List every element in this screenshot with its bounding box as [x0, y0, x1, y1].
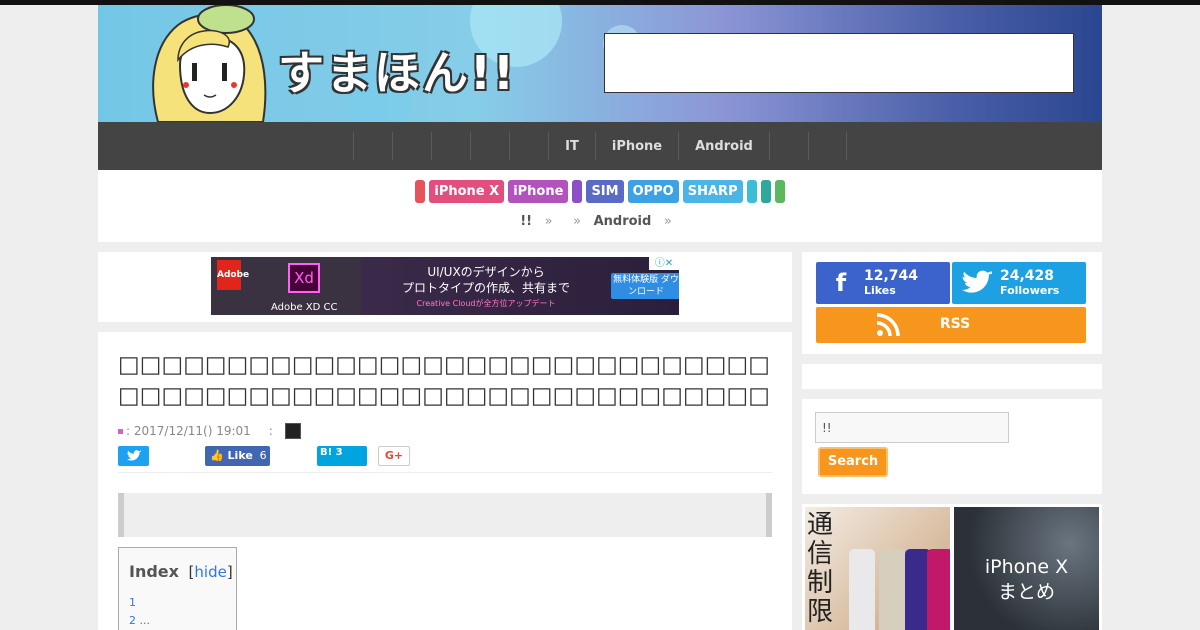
site-header: すまほん!!: [98, 5, 1102, 122]
tag-link-sharp[interactable]: SHARP: [682, 180, 743, 203]
nav-item[interactable]: [431, 132, 470, 160]
article: □□□□□□□□□□□□□□□□□□□□□□□□□□□□□□□□□□□□□□□□…: [98, 332, 792, 630]
toc-bracket: ]: [226, 563, 233, 581]
twitter-followers-count: 24,428: [1000, 268, 1055, 284]
tag-link[interactable]: [774, 180, 785, 203]
toc-item[interactable]: 1: [129, 596, 236, 609]
search-widget: Search: [802, 399, 1102, 494]
ad-banner[interactable]: Adobe Xd Adobe XD CC UI/UXのデザインから プロトタイプ…: [211, 257, 679, 315]
facebook-like-button[interactable]: 👍 Like 6: [205, 446, 270, 466]
hatena-icon: B!: [320, 447, 333, 458]
tag-link[interactable]: [746, 180, 757, 203]
fb-like-label: Like: [227, 449, 253, 462]
hatena-bookmark-button[interactable]: B! 3: [317, 446, 367, 466]
tag-link[interactable]: [572, 180, 583, 203]
tag-link[interactable]: [760, 180, 771, 203]
tag-link[interactable]: [415, 180, 426, 203]
search-button[interactable]: Search: [818, 447, 888, 477]
phone-image: [879, 549, 905, 630]
nav-item[interactable]: [807, 132, 847, 160]
breadcrumb-separator: »: [663, 214, 672, 229]
twitter-follow-button[interactable]: 24,428 Followers: [952, 262, 1086, 304]
rss-button[interactable]: RSS: [816, 307, 1086, 343]
ad-caption: Adobe XD CC: [271, 302, 338, 313]
data-limit-banner[interactable]: 通信制限: [805, 507, 950, 630]
thumbs-up-icon: 👍: [210, 449, 224, 462]
toc-header: Index [hide]: [129, 562, 236, 581]
ad-close-icon[interactable]: ⓘ✕: [649, 257, 679, 270]
toc-hide-toggle[interactable]: hide: [194, 563, 226, 581]
google-plus-button[interactable]: G+: [378, 446, 410, 466]
nav-item-iphone[interactable]: iPhone: [594, 132, 678, 160]
article-meta: : 2017/12/11() 19:01 :: [118, 423, 301, 439]
nav-item[interactable]: [768, 132, 808, 160]
author-label: :: [268, 424, 273, 438]
banner-title: 通信制限: [807, 510, 834, 627]
mascot-illustration[interactable]: [138, 5, 278, 122]
nav-item-android[interactable]: Android: [678, 132, 769, 160]
date-icon: [118, 428, 123, 434]
phone-image: [849, 549, 875, 630]
site-logo[interactable]: すまほん!!: [278, 37, 516, 103]
breadcrumb-separator: »: [573, 214, 582, 229]
ad-visual: Adobe Xd Adobe XD CC: [211, 257, 361, 315]
article-date: : 2017/12/11() 19:01: [126, 424, 251, 438]
author-avatar[interactable]: [284, 423, 301, 439]
rss-label: RSS: [939, 316, 971, 332]
nav-item[interactable]: [470, 132, 509, 160]
tag-link-iphone-x[interactable]: iPhone X: [429, 180, 505, 203]
table-of-contents: Index [hide] 1 2 ...: [118, 547, 237, 630]
ad-headline: プロトタイプの作成、共有まで: [401, 281, 570, 295]
sidebar-banners: 通信制限 iPhone X まとめ: [802, 504, 1102, 630]
ad-subline: Creative Cloudが全方位アップデート: [416, 299, 556, 308]
facebook-likes-label: Likes: [864, 284, 896, 297]
twitter-icon: [962, 270, 992, 293]
facebook-likes-count: 12,744: [864, 268, 919, 284]
tag-list: iPhone X iPhone SIM OPPO SHARP: [98, 180, 1102, 203]
ad-container: Adobe Xd Adobe XD CC UI/UXのデザインから プロトタイプ…: [98, 252, 792, 322]
toc-item[interactable]: 2 ...: [129, 614, 236, 627]
banner-line: まとめ: [997, 581, 1055, 603]
breadcrumb: !! » » Android »: [98, 214, 1102, 229]
tag-link-sim[interactable]: SIM: [586, 180, 624, 203]
fb-like-count: 6: [259, 449, 267, 462]
toc-hide-toggle-wrap: [hide]: [189, 563, 233, 581]
phone-image: [927, 549, 950, 630]
sidebar-widget: [802, 364, 1102, 389]
ad-headline: UI/UXのデザインから: [427, 265, 545, 279]
social-follow-widget: f 12,744 Likes 24,428 Followers RSS: [802, 252, 1102, 354]
adobe-logo: Adobe: [217, 260, 249, 290]
nav-item[interactable]: [509, 132, 548, 160]
main-nav: IT iPhone Android: [98, 122, 1102, 170]
tag-link-oppo[interactable]: OPPO: [627, 180, 679, 203]
article-title: □□□□□□□□□□□□□□□□□□□□□□□□□□□□□□□□□□□□□□□□…: [118, 352, 770, 409]
nav-item-it[interactable]: IT: [548, 132, 595, 160]
tag-link-iphone[interactable]: iPhone: [508, 180, 569, 203]
breadcrumb-category[interactable]: Android: [594, 214, 652, 229]
nav-item[interactable]: [392, 132, 431, 160]
twitter-followers-label: Followers: [1000, 284, 1060, 297]
banner-title: iPhone X まとめ: [954, 555, 1099, 605]
breadcrumb-separator: »: [544, 214, 553, 229]
search-input[interactable]: [815, 412, 1009, 443]
hatena-count: 3: [335, 447, 343, 458]
share-bar: 👍 Like 6 B! 3 G+: [118, 446, 772, 473]
nav-item[interactable]: [353, 132, 392, 160]
xd-logo: Xd: [288, 263, 320, 293]
toc-title: Index: [129, 562, 179, 581]
notice-box: [118, 493, 772, 537]
facebook-follow-button[interactable]: f 12,744 Likes: [816, 262, 950, 304]
ad-download-button[interactable]: 無料体験版 ダウンロード: [611, 273, 679, 299]
twitter-share-button[interactable]: [118, 446, 149, 466]
header-ad-slot[interactable]: [604, 33, 1074, 93]
banner-line: iPhone X: [984, 556, 1069, 578]
breadcrumb-home[interactable]: !!: [520, 214, 532, 229]
subheader: iPhone X iPhone SIM OPPO SHARP !! » » An…: [98, 170, 1102, 242]
facebook-icon: f: [835, 269, 847, 297]
twitter-icon: [126, 450, 141, 461]
ad-copy: UI/UXのデザインから プロトタイプの作成、共有まで Creative Clo…: [361, 257, 679, 315]
iphone-x-banner[interactable]: iPhone X まとめ: [954, 507, 1099, 630]
